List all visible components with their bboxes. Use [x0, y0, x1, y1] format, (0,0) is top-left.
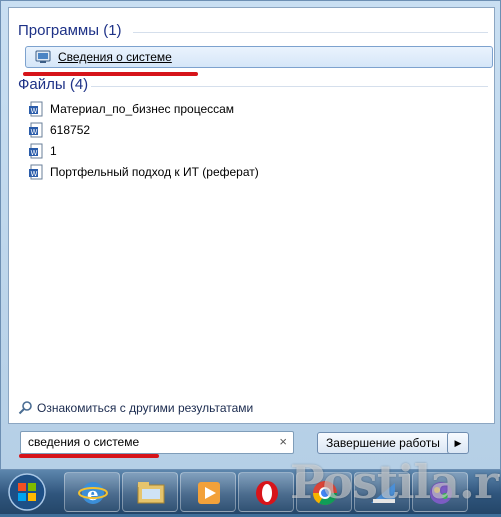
word-doc-icon: W — [29, 143, 44, 159]
windows-explorer-icon[interactable] — [122, 472, 178, 512]
chrome-icon[interactable] — [296, 472, 352, 512]
clear-search-icon[interactable]: × — [279, 434, 287, 449]
word-doc-icon: W — [29, 122, 44, 138]
programs-group-title: Программы (1) — [18, 22, 122, 39]
paint-icon[interactable] — [354, 472, 410, 512]
files-divider — [91, 86, 488, 87]
file-item-label: Материал_по_бизнес процессам — [50, 102, 235, 116]
highlight-underline-search — [19, 454, 159, 458]
games-icon[interactable] — [412, 472, 468, 512]
svg-text:W: W — [31, 107, 38, 115]
program-item-system-info[interactable]: Сведения о системе — [25, 46, 493, 68]
word-doc-icon: W — [29, 164, 44, 180]
media-player-icon[interactable] — [180, 472, 236, 512]
start-orb-icon[interactable] — [7, 472, 47, 512]
shutdown-options-button[interactable]: ▶ — [447, 432, 469, 454]
opera-icon[interactable] — [238, 472, 294, 512]
file-item-label: 618752 — [50, 123, 91, 137]
file-item-label: 1 — [50, 144, 57, 158]
program-item-label: Сведения о системе — [58, 50, 172, 64]
files-group-title: Файлы (4) — [18, 76, 89, 93]
search-input-value: сведения о системе — [28, 435, 140, 449]
shutdown-button[interactable]: Завершение работы — [317, 432, 468, 454]
shutdown-label: Завершение работы — [326, 436, 440, 450]
svg-text:W: W — [31, 128, 38, 136]
search-input[interactable]: сведения о системе × — [20, 431, 294, 454]
system-info-icon — [35, 50, 51, 64]
svg-text:W: W — [31, 170, 38, 178]
see-more-results-label: Ознакомиться с другими результатами — [37, 401, 254, 415]
svg-text:W: W — [31, 149, 38, 157]
search-results-panel: Программы (1) Сведения о системе Файлы (… — [8, 7, 495, 424]
file-item-label: Портфельный подход к ИТ (реферат) — [50, 165, 259, 179]
internet-explorer-icon[interactable]: e — [64, 472, 120, 512]
programs-divider — [133, 32, 488, 33]
magnifier-icon — [18, 400, 33, 416]
start-menu: Программы (1) Сведения о системе Файлы (… — [0, 0, 501, 470]
taskbar: e — [0, 470, 501, 514]
word-doc-icon: W — [29, 101, 44, 117]
